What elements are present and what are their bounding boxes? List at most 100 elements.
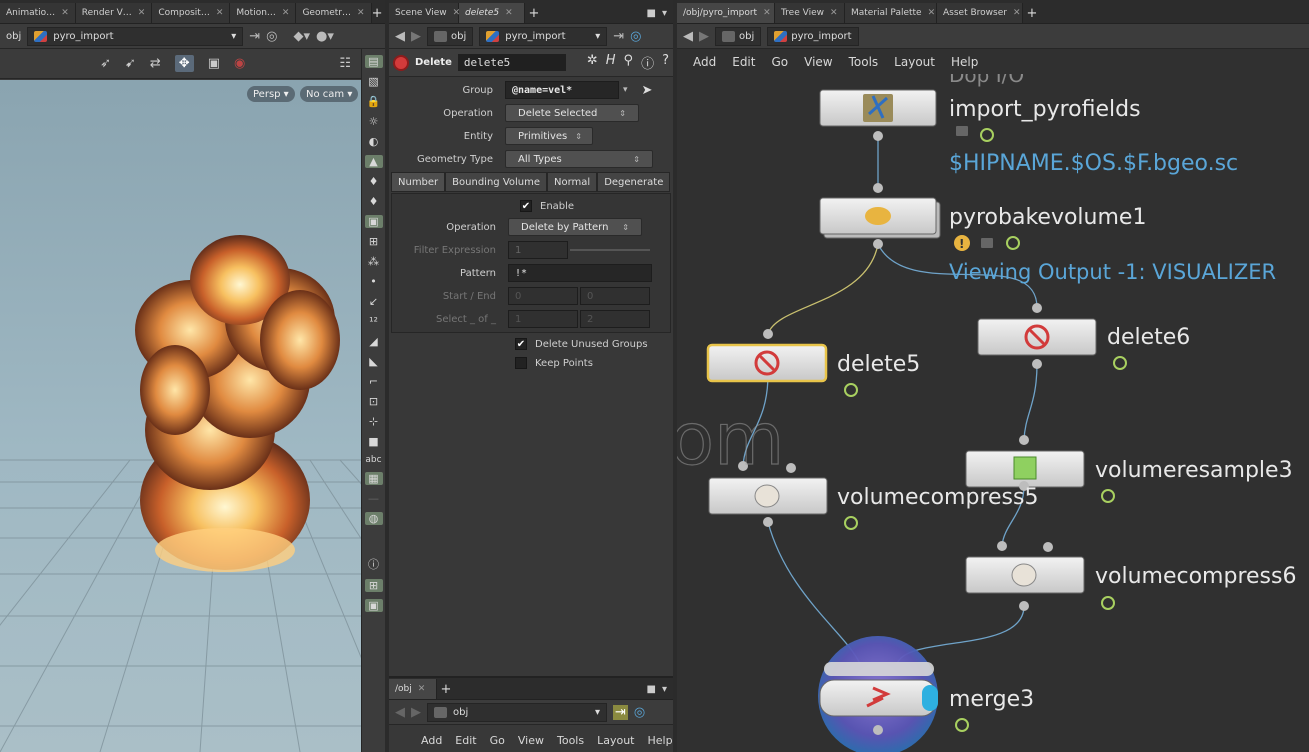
close-icon[interactable]: ✕ xyxy=(505,8,513,18)
geotype-menu[interactable]: All Types ⇕ xyxy=(505,150,653,168)
path-dropdown[interactable]: pyro_import ▾ xyxy=(479,26,608,46)
link-icon[interactable]: ◎ xyxy=(630,29,641,44)
menu-layout[interactable]: Layout xyxy=(894,55,935,69)
close-icon[interactable]: ✕ xyxy=(418,684,426,694)
node-delete5[interactable]: delete5 xyxy=(706,329,920,397)
tab-compositor[interactable]: Composit… ✕ xyxy=(152,3,231,23)
add-tab-icon[interactable]: + xyxy=(372,3,383,23)
camera-menu[interactable]: No cam ▾ xyxy=(300,86,359,102)
group-menu-icon[interactable]: ▾ xyxy=(623,85,628,95)
tab-geometry[interactable]: Geometr… ✕ xyxy=(296,3,372,23)
add-tab-icon[interactable]: + xyxy=(437,679,455,699)
pivot-icon[interactable]: ⊹ xyxy=(369,415,378,428)
node-delete6[interactable]: delete6 xyxy=(977,303,1190,370)
select-a-field[interactable]: 1 xyxy=(508,310,578,328)
bbox-icon[interactable]: ⊡ xyxy=(369,395,378,408)
node-merge3[interactable]: merge3 xyxy=(818,636,1034,752)
tab-motion[interactable]: Motion… ✕ xyxy=(230,3,297,23)
delete-unused-groups-checkbox[interactable]: ✔ xyxy=(515,338,527,350)
snap-icon[interactable]: ●▾ xyxy=(316,29,334,44)
filter-field[interactable]: 1 xyxy=(508,241,568,259)
clock-icon[interactable] xyxy=(844,516,858,530)
enable-checkbox[interactable]: ✔ xyxy=(520,200,532,212)
camera-icon[interactable]: ▣ xyxy=(364,215,383,228)
obj-context[interactable]: obj xyxy=(6,31,21,42)
primitive-icon[interactable]: ◣ xyxy=(369,355,377,368)
tab-bounding-volume[interactable]: Bounding Volume xyxy=(445,172,548,192)
ghost-icon[interactable]: ▧ xyxy=(368,75,378,88)
pane-dropdown-icon[interactable]: ▾ xyxy=(662,8,667,19)
operation-menu[interactable]: Delete Selected ⇕ xyxy=(505,104,639,122)
clock-icon[interactable] xyxy=(1113,356,1127,370)
numbers-icon[interactable]: ¹² xyxy=(369,315,378,328)
tab-tree-view[interactable]: Tree View ✕ xyxy=(775,3,845,23)
start-field[interactable]: 0 xyxy=(508,287,578,305)
pin-icon[interactable]: ⇥ xyxy=(249,29,260,44)
select-b-field[interactable]: 2 xyxy=(580,310,650,328)
clock-icon[interactable] xyxy=(980,128,994,142)
filter-slider[interactable] xyxy=(570,249,650,251)
menu-icon[interactable]: ☷ xyxy=(339,56,351,71)
tab-scene-view[interactable]: Scene View ✕ xyxy=(389,3,460,23)
group-field[interactable]: @name=vel* xyxy=(505,81,619,99)
clock-icon[interactable] xyxy=(1006,236,1020,250)
point-light-icon[interactable]: ♦ xyxy=(369,175,379,188)
close-icon[interactable]: ✕ xyxy=(763,8,771,18)
tab-obj[interactable]: /obj ✕ xyxy=(389,679,437,699)
grid-icon[interactable]: ⊞ xyxy=(369,235,378,248)
close-icon[interactable]: ✕ xyxy=(928,8,936,18)
obj-breadcrumb[interactable]: obj xyxy=(715,26,762,46)
close-icon[interactable]: ✕ xyxy=(357,8,365,18)
network-canvas[interactable]: Dop I/O import_pyrofields $HIPNAME.$OS.$… xyxy=(677,74,1309,752)
lock-icon[interactable] xyxy=(981,238,993,248)
lamp-icon[interactable]: ▲ xyxy=(364,155,383,168)
select-arrow-icon[interactable]: ➤ xyxy=(642,83,653,98)
forward-icon[interactable]: ▶ xyxy=(699,29,709,44)
info-icon[interactable]: ⓘ xyxy=(368,556,379,572)
menu-help[interactable]: Help xyxy=(648,734,673,747)
pane-dropdown-icon[interactable]: ▾ xyxy=(662,684,667,695)
point-icon[interactable]: • xyxy=(370,275,377,288)
menu-go[interactable]: Go xyxy=(490,734,505,747)
search-icon[interactable]: ⚲ xyxy=(624,53,634,72)
node-pyrobakevolume1[interactable]: pyrobakevolume1 ! Viewing Output -1: VIS… xyxy=(819,183,1276,284)
forward-icon[interactable]: ▶ xyxy=(411,705,421,720)
obj-breadcrumb[interactable]: obj xyxy=(427,26,474,46)
close-icon[interactable]: ✕ xyxy=(282,8,290,18)
handle-tool-icon[interactable]: ⇄ xyxy=(150,56,161,71)
clock-icon[interactable] xyxy=(844,383,858,397)
record-icon[interactable]: ◉ xyxy=(234,56,245,71)
normal-icon[interactable]: ◢ xyxy=(369,335,377,348)
select-tool-icon[interactable]: ➶ xyxy=(100,56,111,71)
pin-icon[interactable]: ⇥ xyxy=(613,704,628,720)
text-icon[interactable]: abc xyxy=(365,455,381,465)
node-import-pyrofields[interactable]: Dop I/O import_pyrofields $HIPNAME.$OS.$… xyxy=(819,74,1238,176)
menu-view[interactable]: View xyxy=(518,734,544,747)
frame-icon[interactable]: ⌐ xyxy=(369,375,378,388)
transform-tool-icon[interactable]: ➹ xyxy=(125,56,136,71)
close-icon[interactable]: ✕ xyxy=(1013,8,1021,18)
menu-help[interactable]: Help xyxy=(951,55,978,69)
back-icon[interactable]: ◀ xyxy=(395,29,405,44)
menu-edit[interactable]: Edit xyxy=(455,734,476,747)
tab-asset-browser[interactable]: Asset Browser ✕ xyxy=(937,3,1023,23)
close-icon[interactable]: ✕ xyxy=(830,8,838,18)
geo-breadcrumb[interactable]: pyro_import xyxy=(767,26,859,46)
tab-degenerate[interactable]: Degenerate xyxy=(597,172,671,192)
menu-go[interactable]: Go xyxy=(771,55,788,69)
menu-view[interactable]: View xyxy=(804,55,832,69)
light-icon[interactable]: ☼ xyxy=(369,115,379,128)
link-icon[interactable]: ◎ xyxy=(266,29,277,44)
pin-icon[interactable]: ⇥ xyxy=(613,29,624,44)
snapshot-icon[interactable]: ▣ xyxy=(364,599,383,612)
tab-delete5[interactable]: delete5 ✕ xyxy=(459,3,525,23)
pattern-field[interactable]: !* xyxy=(508,264,652,282)
clock-icon[interactable] xyxy=(1101,596,1115,610)
vector-icon[interactable]: ↙ xyxy=(369,295,378,308)
display-options-icon[interactable]: ▤ xyxy=(364,55,383,68)
persp-view-menu[interactable]: Persp ▾ xyxy=(247,86,295,102)
node-name-field[interactable]: delete5 xyxy=(457,54,566,71)
clock-icon[interactable] xyxy=(955,718,969,732)
tab-number[interactable]: Number xyxy=(391,172,446,192)
menu-edit[interactable]: Edit xyxy=(732,55,755,69)
